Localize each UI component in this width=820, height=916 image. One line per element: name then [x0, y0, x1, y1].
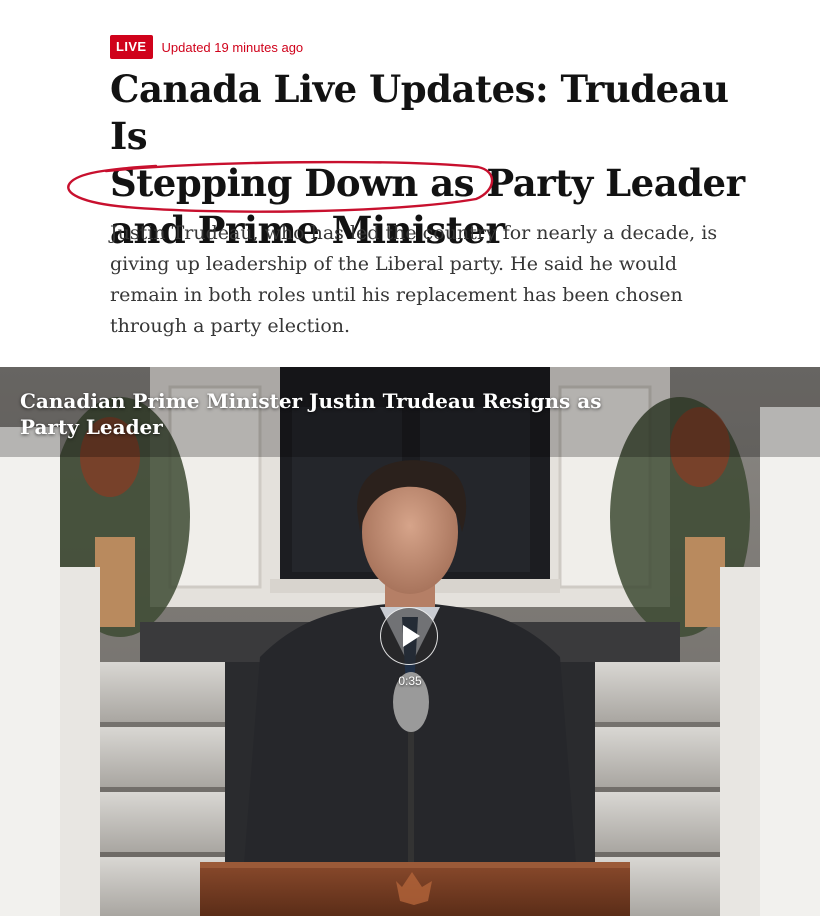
play-icon	[403, 625, 420, 647]
live-badge: LIVE	[110, 35, 153, 59]
article-summary: Justin Trudeau, who has led the country …	[110, 222, 718, 337]
video-player[interactable]: Canadian Prime Minister Justin Trudeau R…	[0, 367, 820, 916]
headline-line-2[interactable]: Stepping Down as Party Leader	[110, 161, 745, 205]
updated-timestamp: Updated 19 minutes ago	[161, 39, 304, 55]
play-button[interactable]	[380, 607, 438, 665]
meta-row: LIVE Updated 19 minutes ago	[110, 34, 750, 60]
video-caption[interactable]: Canadian Prime Minister Justin Trudeau R…	[20, 388, 620, 440]
video-duration: 0:35	[398, 674, 422, 688]
article-page: LIVE Updated 19 minutes ago Canada Live …	[0, 0, 820, 916]
headline-line-1[interactable]: Canada Live Updates: Trudeau Is	[110, 67, 729, 158]
